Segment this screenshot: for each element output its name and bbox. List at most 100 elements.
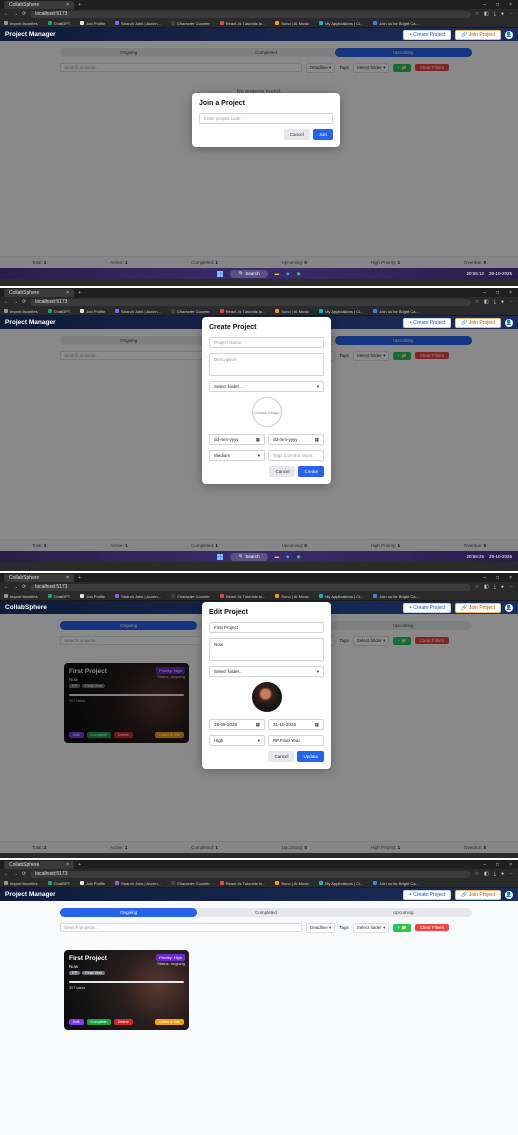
maximize-icon[interactable]: □ [496,575,499,581]
star-icon[interactable]: ☆ [475,584,479,590]
close-window-icon[interactable]: × [509,575,512,581]
browser-tab[interactable]: CollabSphere × [4,860,74,869]
bookmark-3[interactable]: Job Profile [80,594,105,599]
bookmark-8[interactable]: My Applications | Ci... [319,594,363,599]
tab-completed[interactable]: Completed [197,908,334,917]
calendar-icon[interactable]: ▦ [256,722,260,728]
cancel-button[interactable]: Cancel [283,129,310,140]
extensions-icon[interactable]: ◧ [484,11,489,17]
description-input[interactable]: Now [209,638,324,661]
bookmark-1[interactable]: Import favorites [4,594,38,599]
bookmark-4[interactable]: Search Jobs | Accen... [115,21,161,26]
folder-select[interactable]: Select folder ▾ [352,922,390,933]
bookmark-9[interactable]: Join us for Bright Ca... [373,21,419,26]
close-window-icon[interactable]: × [509,862,512,868]
close-window-icon[interactable]: × [509,2,512,8]
choose-image-button[interactable]: Choose Image [251,397,282,427]
search-input[interactable]: Search projects... [60,923,302,932]
browser-tab[interactable]: CollabSphere × [4,288,74,297]
maximize-icon[interactable]: □ [496,862,499,868]
browser-tab[interactable]: CollabSphere × [4,573,74,582]
vscode-icon[interactable]: ◆ [286,271,289,277]
tab-close-icon[interactable]: × [66,575,69,581]
profile-icon[interactable]: ● [501,299,504,305]
forward-icon[interactable]: → [13,584,18,590]
bookmark-4[interactable]: Search Jobs | Accen... [115,881,161,886]
end-date-input[interactable]: dd-mm-yyyy ▦ [268,434,324,445]
reload-icon[interactable]: ⟳ [22,11,26,17]
bookmark-6[interactable]: React Js Tutorials fo... [219,309,265,314]
bookmark-3[interactable]: Job Profile [80,881,105,886]
bookmark-1[interactable]: Import favorites [4,21,38,26]
edit-button[interactable]: Edit [69,1019,84,1025]
bookmark-5[interactable]: Character Counter [170,594,210,599]
back-icon[interactable]: ← [4,871,9,877]
bookmark-9[interactable]: Join us for Bright Ca... [373,881,419,886]
maximize-icon[interactable]: □ [496,290,499,296]
create-button[interactable]: Create [298,466,324,477]
cancel-button[interactable]: Cancel [269,466,296,477]
address-field[interactable]: localhost:5173 [30,298,471,306]
bookmark-6[interactable]: React Js Tutorials fo... [219,594,265,599]
bookmark-7[interactable]: Suno | AI Music [275,594,309,599]
tab-upcoming[interactable]: Upcoming [335,908,472,917]
bookmark-2[interactable]: ChatGPT [47,21,70,26]
dates-info-button[interactable]: Dates & Info [155,1019,184,1025]
create-project-button[interactable]: + Create Project [402,889,452,900]
star-icon[interactable]: ☆ [475,11,479,17]
project-name-input[interactable]: First Project [209,622,324,633]
extensions-icon[interactable]: ◧ [484,871,489,877]
bookmark-5[interactable]: Character Counter [170,881,210,886]
project-code-input[interactable]: Enter project code [199,113,333,124]
menu-icon[interactable]: ⋯ [509,584,514,590]
bookmark-5[interactable]: Character Counter [170,21,210,26]
profile-icon[interactable]: ● [501,584,504,590]
calendar-icon[interactable]: ▦ [315,437,319,443]
minimize-icon[interactable]: – [483,2,486,8]
back-icon[interactable]: ← [4,584,9,590]
forward-icon[interactable]: → [13,11,18,17]
tab-ongoing[interactable]: Ongoing [60,908,198,917]
tab-close-icon[interactable]: × [66,2,69,8]
star-icon[interactable]: ☆ [475,299,479,305]
bookmark-2[interactable]: ChatGPT [47,881,70,886]
start-date-input[interactable]: 28-09-2025 ▦ [209,719,265,730]
close-window-icon[interactable]: × [509,290,512,296]
file-explorer-icon[interactable]: ▬ [275,271,280,276]
priority-select[interactable]: Medium ▾ [209,450,265,461]
windows-start-icon[interactable] [217,553,224,560]
user-avatar-icon[interactable]: 👤 [505,30,513,39]
minimize-icon[interactable]: – [483,575,486,581]
bookmark-9[interactable]: Join us for Bright Ca... [373,309,419,314]
user-avatar-icon[interactable]: 👤 [505,318,513,327]
vscode-icon[interactable]: ◆ [286,554,289,560]
start-date-input[interactable]: dd-mm-yyyy ▦ [209,434,265,445]
join-button[interactable]: Join [312,129,333,140]
create-project-button[interactable]: + Create Project [402,29,452,40]
bookmark-9[interactable]: Join us for Bright Ca... [373,594,419,599]
bookmark-4[interactable]: Search Jobs | Accen... [115,309,161,314]
download-icon[interactable]: ⤓ [494,871,496,877]
bookmark-6[interactable]: React Js Tutorials fo... [219,21,265,26]
bookmark-3[interactable]: Job Profile [80,309,105,314]
folder-select[interactable]: Select folder... ▾ [209,666,324,677]
user-avatar-icon[interactable]: 👤 [505,890,513,899]
join-project-button[interactable]: 🔗 Join Project [455,317,501,328]
reload-icon[interactable]: ⟳ [22,871,26,877]
new-tab-icon[interactable]: + [78,575,81,581]
file-explorer-icon[interactable]: ▬ [275,554,280,559]
cancel-button[interactable]: Cancel [268,751,295,762]
tab-title[interactable]: CollabSphere [9,290,39,296]
complete-button[interactable]: Complete [86,1019,111,1025]
profile-icon[interactable]: ● [501,871,504,877]
download-icon[interactable]: ⤓ [494,584,496,590]
taskbar-search[interactable]: 🔍 Search [230,552,268,561]
join-project-button[interactable]: 🔗 Join Project [455,29,501,40]
address-field[interactable]: localhost:5173 [30,10,471,18]
taskbar-search[interactable]: 🔍 Search [230,269,268,278]
bookmark-1[interactable]: Import favorites [4,309,38,314]
deadline-select[interactable]: Deadline ▾ [306,922,336,933]
tags-input[interactable]: RP,Final Year [268,735,324,746]
new-tab-icon[interactable]: + [78,862,81,868]
bookmark-1[interactable]: Import favorites [4,881,38,886]
